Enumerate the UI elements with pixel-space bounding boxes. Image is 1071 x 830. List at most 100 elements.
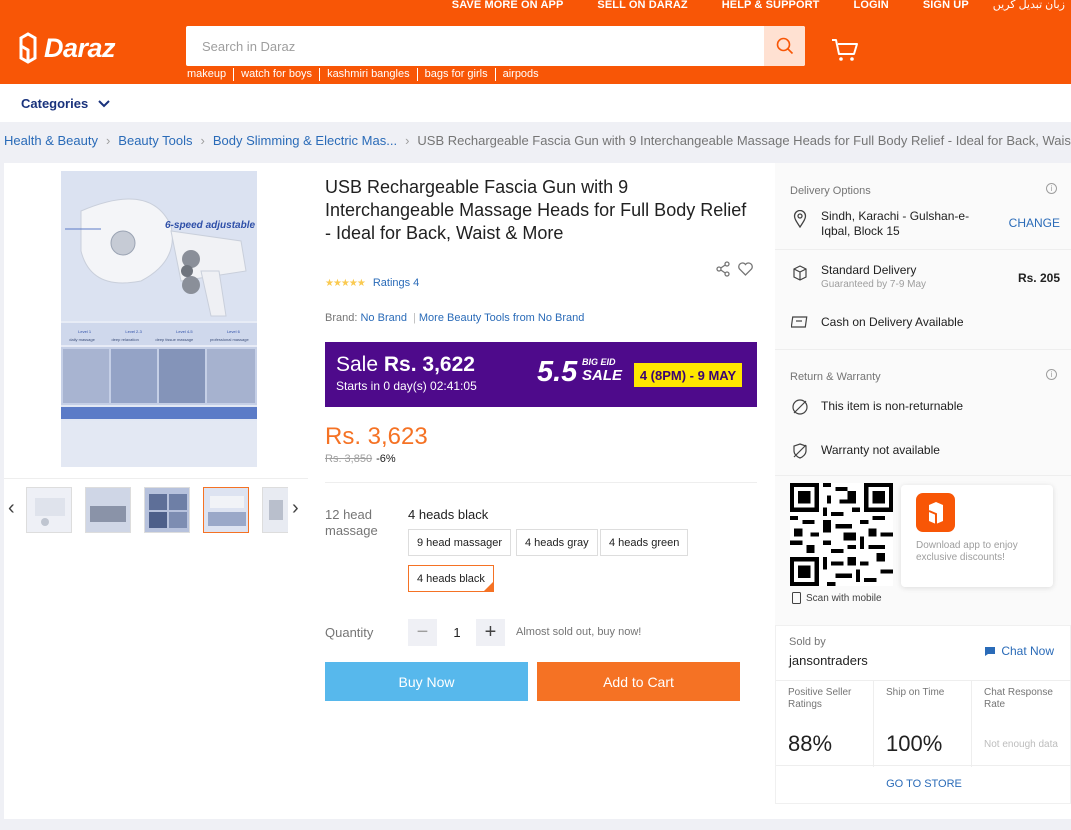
thumbnail-image [204,488,248,532]
info-icon[interactable]: i [1046,183,1057,194]
buy-now-button[interactable]: Buy Now [325,662,528,701]
cart-button[interactable] [831,38,859,65]
suggestion-link[interactable]: makeup [187,68,233,81]
logo-text: Daraz [44,32,116,63]
thumb-prev-arrow[interactable]: ‹ [8,497,15,520]
delivery-location: Sindh, Karachi - Gulshan-e-Iqbal, Block … [790,209,1060,239]
top-nav: SAVE MORE ON APP SELL ON DARAZ HELP & SU… [418,0,1071,12]
qr-code [790,483,893,586]
no-return-icon [790,397,810,417]
metric-positive-ratings: Positive Seller Ratings 88% [776,681,874,767]
rating-summary: ★★★★★ Ratings 4 [325,277,419,289]
delivery-address: Sindh, Karachi - Gulshan-e-Iqbal, Block … [821,209,970,238]
image-levels-top: Level 1 Level 2-3 Level 4-5 Level 6 [61,329,257,334]
chevron-right-icon: › [405,133,410,148]
thumbnail-image [145,488,189,532]
breadcrumb-link[interactable]: Beauty Tools [118,133,192,148]
product-detail-card: 6-speed adjustable Level 1 Level 2-3 Lev… [4,163,1071,819]
image-heading: 6-speed adjustable [165,220,256,231]
delivery-side-panel: Delivery Options i Sindh, Karachi - Guls… [775,163,1071,804]
metric-value: 100% [886,731,943,756]
thumb-next-arrow[interactable]: › [292,497,299,520]
variation-option[interactable]: 4 heads green [600,529,689,556]
chat-label: Chat Now [1001,644,1054,658]
delivery-box-icon [790,263,810,283]
suggestion-link[interactable]: bags for girls [416,68,495,81]
chevron-right-icon: › [105,133,111,148]
variation-option[interactable]: 4 heads gray [516,529,598,556]
ratings-link[interactable]: Ratings 4 [373,277,419,289]
sale-label: Sale [336,353,379,376]
brand-divider: | [413,312,416,324]
signup-link[interactable]: SIGN UP [923,0,969,12]
variation-label: 12 head massage [325,507,378,538]
mobile-icon [792,592,801,604]
suggestion-link[interactable]: kashmiri bangles [319,68,417,81]
metric-label: Positive Seller Ratings [788,687,852,710]
flash-sale-banner: Sale Rs. 3,622 Starts in 0 day(s) 02:41:… [325,342,757,407]
save-more-link[interactable]: SAVE MORE ON APP [452,0,564,12]
thumbnail[interactable] [85,487,131,533]
variation-option-selected[interactable]: 4 heads black [408,565,494,592]
search-icon [776,37,793,55]
product-main-image[interactable]: 6-speed adjustable Level 1 Level 2-3 Lev… [61,171,257,467]
image-level-names: daily massage deep relaxation deep tissu… [61,337,257,342]
quantity-decrease-button[interactable]: − [408,619,437,646]
image-level-name: deep relaxation [111,337,139,342]
warranty-status: Warranty not available [790,441,940,461]
breadcrumb-link[interactable]: Body Slimming & Electric Mas... [213,133,397,148]
thumbnail-selected[interactable] [203,487,249,533]
divider [775,475,1071,476]
product-image-illustration [61,171,257,467]
add-to-cart-button[interactable]: Add to Cart [537,662,740,701]
sale-time-range: 4 (8PM) - 9 MAY [634,363,742,387]
cart-icon [832,39,858,61]
no-warranty-icon [790,441,810,461]
image-level-name: deep tissue massage [155,337,194,342]
thumbnail[interactable] [144,487,190,533]
brand-line: Brand: No Brand | More Beauty Tools from … [325,312,584,324]
quantity-value[interactable]: 1 [437,625,477,640]
suggestion-link[interactable]: airpods [494,68,546,81]
thumbnail[interactable] [26,487,72,533]
app-download-card[interactable]: Download app to enjoy exclusive discount… [901,485,1053,587]
metric-value: 88% [788,731,833,756]
sale-price: Rs. 3,622 [383,353,475,376]
metric-label: Ship on Time [886,687,945,698]
divider [775,249,1071,250]
scan-label: Scan with mobile [806,592,882,604]
variation-option[interactable]: 9 head massager [408,529,511,556]
chevron-down-icon [98,99,110,107]
thumbnail[interactable] [262,487,288,533]
suggestion-link[interactable]: watch for boys [233,68,319,81]
cod-label: Cash on Delivery Available [821,315,964,329]
image-level-label: Level 2-3 [125,329,142,334]
search-input[interactable] [186,26,764,66]
change-location-link[interactable]: CHANGE [1009,216,1060,230]
metric-ship-on-time: Ship on Time 100% [874,681,972,767]
sell-link[interactable]: SELL ON DARAZ [597,0,687,12]
go-to-store-link[interactable]: GO TO STORE [776,778,1071,790]
daraz-logo[interactable]: Daraz [18,32,116,64]
language-switch[interactable]: زبان تبدیل کریں [993,0,1065,12]
quantity-increase-button[interactable]: + [476,619,505,646]
login-link[interactable]: LOGIN [854,0,889,12]
location-pin-icon [790,209,810,229]
price-original: Rs. 3,850 -6% [325,453,396,465]
breadcrumb-current: USB Rechargeable Fascia Gun with 9 Inter… [417,133,1071,148]
help-link[interactable]: HELP & SUPPORT [722,0,820,12]
cash-icon [790,313,810,333]
categories-dropdown[interactable]: Categories [21,96,110,111]
heart-icon[interactable] [737,261,754,277]
breadcrumb-link[interactable]: Health & Beauty [4,133,98,148]
search-button[interactable] [764,26,805,66]
share-icon[interactable] [715,261,731,277]
categories-label: Categories [21,96,89,111]
brand-link[interactable]: No Brand [360,312,406,324]
info-icon[interactable]: i [1046,369,1057,380]
metric-chat-response: Chat Response Rate Not enough data [972,681,1070,767]
image-level-label: Level 4-5 [176,329,193,334]
more-from-brand-link[interactable]: More Beauty Tools from No Brand [419,312,584,324]
chat-now-button[interactable]: Chat Now [984,644,1054,658]
seller-name[interactable]: jansontraders [789,653,868,668]
